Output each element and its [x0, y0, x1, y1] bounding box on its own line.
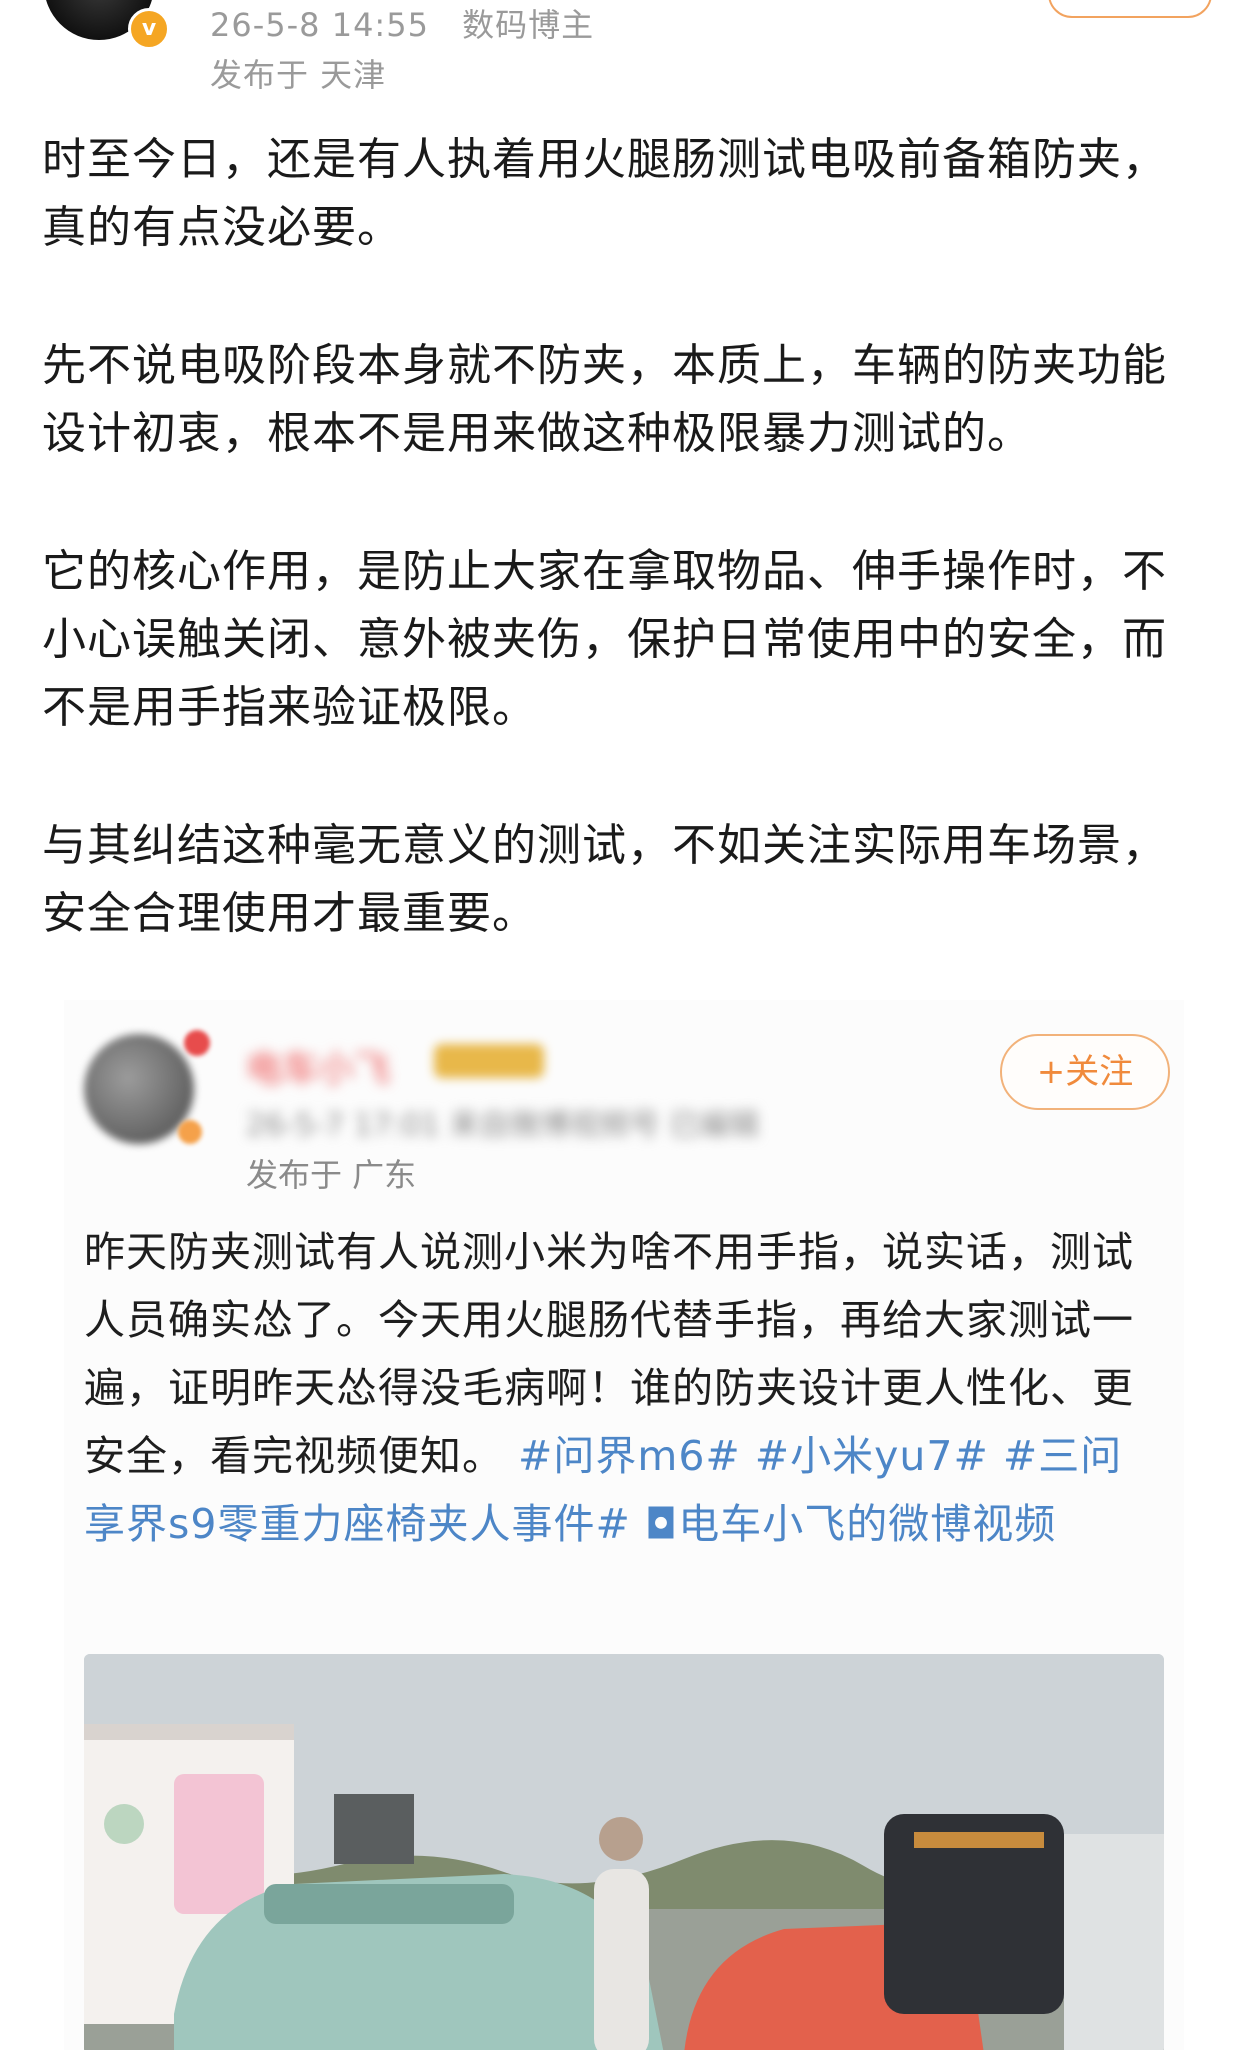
verified-dot-icon: [178, 1120, 202, 1144]
post-location: 发布于 天津: [210, 56, 387, 94]
post-body: 时至今日，还是有人执着用火腿肠测试电吸前备箱防夹，真的有点没必要。 先不说电吸阶…: [42, 126, 1202, 1018]
quoted-location: 发布于 广东: [246, 1156, 417, 1194]
notification-dot-icon: [184, 1030, 210, 1056]
post-paragraph: 时至今日，还是有人执着用火腿肠测试电吸前备箱防夹，真的有点没必要。: [42, 134, 1167, 253]
member-badge-icon: [434, 1044, 544, 1078]
post-paragraph: 它的核心作用，是防止大家在拿取物品、伸手操作时，不小心误触关闭、意外被夹伤，保护…: [42, 546, 1167, 733]
follow-button[interactable]: [1048, 0, 1212, 18]
author-role: 数码博主: [462, 6, 595, 44]
quoted-meta: 26-5-7 17:01 来自微博视频号 已编辑: [246, 1108, 760, 1143]
video-thumbnail[interactable]: [84, 1654, 1164, 2050]
verified-badge-icon: v: [128, 8, 170, 50]
quoted-post-card[interactable]: 电车小飞 26-5-7 17:01 来自微博视频号 已编辑 +关注 发布于 广东…: [64, 1000, 1184, 2050]
post-paragraph: 与其纠结这种毫无意义的测试，不如关注实际用车场景，安全合理使用才最重要。: [42, 820, 1167, 939]
video-scene-image: [84, 1654, 1164, 2050]
post-paragraph: 先不说电吸阶段本身就不防夹，本质上，车辆的防夹功能设计初衷，根本不是用来做这种极…: [42, 340, 1167, 459]
quoted-text: 昨天防夹测试有人说测小米为啥不用手指，说实话，测试人员确实怂了。今天用火腿肠代替…: [84, 1218, 1144, 1558]
post-timestamp: 26-5-8 14:55: [210, 6, 429, 44]
quoted-follow-button[interactable]: +关注: [1000, 1034, 1170, 1110]
post-meta: 26-5-8 14:55 数码博主: [210, 0, 616, 46]
quoted-author-name[interactable]: 电车小飞: [246, 1040, 390, 1092]
quoted-author-avatar[interactable]: [84, 1034, 194, 1144]
